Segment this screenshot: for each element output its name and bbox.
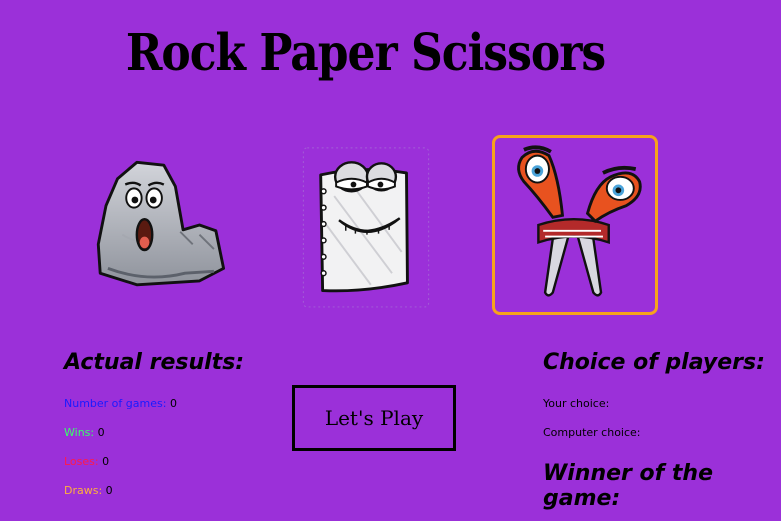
draws-value: 0 xyxy=(105,484,113,497)
your-choice-label: Your choice: xyxy=(543,397,610,410)
winner-heading: Winner of the game: xyxy=(543,461,714,511)
computer-choice-label: Computer choice: xyxy=(543,426,641,439)
paper-character-icon xyxy=(302,147,430,308)
results-heading: Actual results: xyxy=(64,350,245,375)
game-title: Rock Paper Scissors xyxy=(125,24,606,83)
wins-count: Wins: 0 xyxy=(64,426,105,439)
games-value: 0 xyxy=(169,397,177,410)
wins-label: Wins: xyxy=(64,426,95,439)
loses-value: 0 xyxy=(102,455,110,468)
draws-count: Draws: 0 xyxy=(64,484,113,497)
wins-value: 0 xyxy=(97,426,105,439)
rock-character-icon xyxy=(96,160,226,287)
loses-label: Loses: xyxy=(64,455,99,468)
games-label: Number of games: xyxy=(64,397,167,410)
loses-count: Loses: 0 xyxy=(64,455,109,468)
scissors-choice-card[interactable] xyxy=(492,135,658,315)
draws-label: Draws: xyxy=(64,484,103,497)
paper-choice-card[interactable] xyxy=(283,135,449,315)
players-heading: Choice of players: xyxy=(543,350,765,375)
games-count: Number of games: 0 xyxy=(64,397,177,410)
scissors-character-icon xyxy=(517,145,642,297)
lets-play-button[interactable]: Let's Play xyxy=(292,385,456,451)
rock-choice-card[interactable] xyxy=(76,135,242,315)
